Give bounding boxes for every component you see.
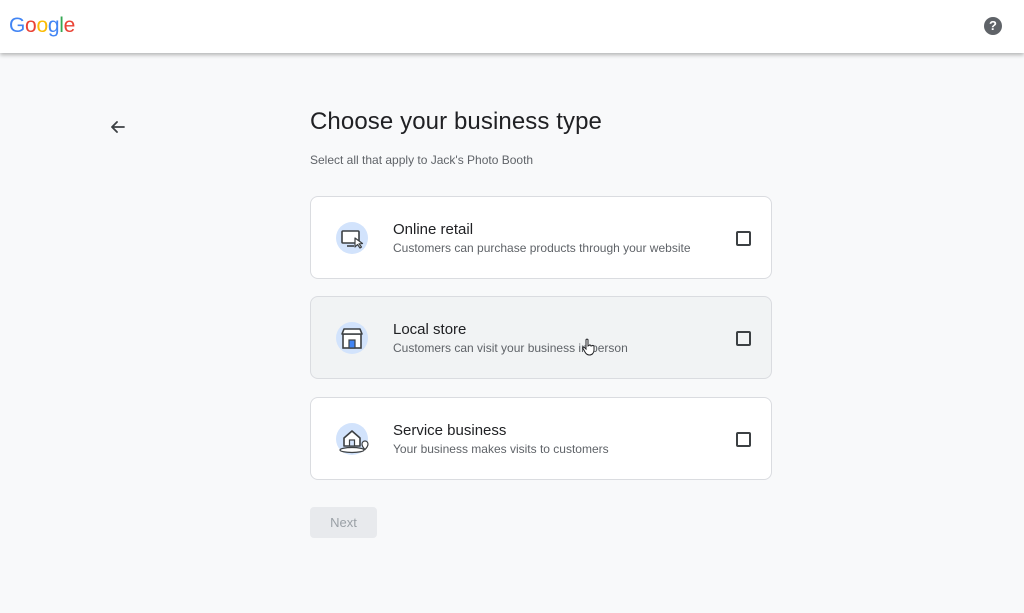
- page-title: Choose your business type: [310, 108, 602, 135]
- arrow-back-icon[interactable]: [108, 117, 128, 137]
- option-label: Local store: [393, 321, 467, 338]
- option-card-service-business[interactable]: Service business Your business makes vis…: [310, 397, 772, 480]
- option-checkbox[interactable]: [736, 432, 751, 447]
- option-description: Customers can visit your business in per…: [393, 341, 628, 355]
- logo-letter: G: [9, 14, 26, 37]
- option-description: Your business makes visits to customers: [393, 442, 609, 456]
- option-description: Customers can purchase products through …: [393, 241, 691, 255]
- option-checkbox[interactable]: [736, 231, 751, 246]
- logo-letter: o: [25, 14, 37, 37]
- next-button[interactable]: Next: [310, 507, 377, 538]
- house-location-icon: [336, 423, 369, 455]
- page-subtitle: Select all that apply to Jack's Photo Bo…: [310, 153, 534, 167]
- google-logo[interactable]: Google: [9, 13, 75, 39]
- logo-letter: e: [63, 14, 76, 37]
- option-checkbox[interactable]: [736, 331, 751, 346]
- monitor-cursor-icon: [336, 222, 368, 254]
- logo-letter: g: [47, 14, 60, 37]
- option-card-local-store[interactable]: Local store Customers can visit your bus…: [310, 296, 772, 379]
- logo-letter: o: [36, 14, 48, 37]
- storefront-icon: [336, 322, 368, 354]
- help-icon[interactable]: ?: [984, 17, 1002, 35]
- option-card-online-retail[interactable]: Online retail Customers can purchase pro…: [310, 196, 772, 279]
- top-bar: Google ?: [0, 0, 1024, 53]
- option-label: Service business: [393, 422, 507, 439]
- option-label: Online retail: [393, 221, 474, 238]
